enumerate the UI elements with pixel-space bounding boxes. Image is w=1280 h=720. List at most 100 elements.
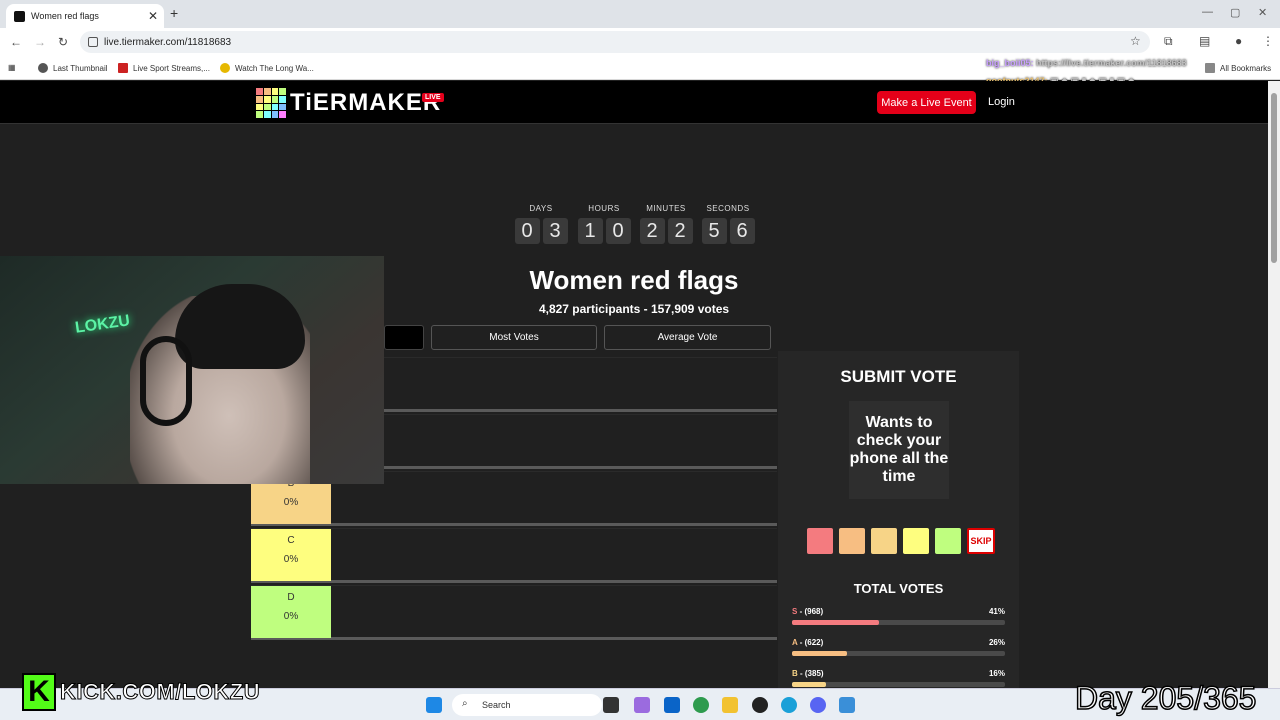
countdown-days: DAYS 0 3 — [513, 204, 569, 244]
url-bar[interactable]: live.tiermaker.com/11818683 — [80, 31, 1150, 53]
vote-c-button[interactable] — [903, 528, 929, 554]
bookmark-watch-long[interactable]: Watch The Long Wa... — [220, 63, 314, 73]
vote-b-button[interactable] — [871, 528, 897, 554]
tab-most-votes[interactable]: Most Votes — [431, 325, 597, 350]
tv-count: - (385) — [797, 669, 824, 678]
site-info-icon[interactable] — [88, 37, 98, 47]
tv-bar-fill — [792, 682, 827, 687]
discord-icon[interactable] — [810, 697, 826, 713]
taskbar-search[interactable]: ⌕ Search — [452, 694, 602, 716]
tier-label-c: C 0% — [251, 529, 331, 581]
page-scrollbar[interactable] — [1268, 81, 1280, 688]
vote-d-button[interactable] — [935, 528, 961, 554]
sport-site-icon — [118, 63, 128, 73]
tv-bar — [792, 682, 1005, 687]
countdown-label: MINUTES — [646, 204, 686, 213]
copilot-icon[interactable] — [634, 697, 650, 713]
total-votes-title: TOTAL VOTES — [853, 581, 944, 596]
tab-active-sort[interactable] — [384, 325, 424, 350]
bookmark-label: Last Thumbnail — [53, 63, 108, 73]
search-placeholder: Search — [482, 700, 511, 710]
tier-label-d: D 0% — [251, 586, 331, 638]
all-bookmarks-folder[interactable]: All Bookmarks — [1205, 63, 1271, 73]
day-counter: Day 205/365 — [1074, 679, 1257, 717]
tv-percent: 16% — [988, 669, 1005, 678]
tier-row-d: D 0% — [251, 585, 777, 640]
countdown-seconds: SECONDS 5 6 — [700, 204, 756, 244]
kick-branding: K KICK.COM/LOKZU — [22, 673, 260, 711]
login-link[interactable]: Login — [988, 96, 1015, 108]
countdown-hours: HOURS 1 0 — [576, 204, 632, 244]
windows-start-icon[interactable] — [426, 697, 442, 713]
vote-a-button[interactable] — [839, 528, 865, 554]
neon-sign: LOKZU — [74, 312, 131, 337]
skip-button[interactable]: SKIP — [967, 528, 995, 554]
apps-grid-icon[interactable]: ▦ — [8, 63, 16, 72]
maximize-icon[interactable]: ▢ — [1230, 6, 1240, 19]
countdown-label: HOURS — [588, 204, 620, 213]
browser-toolbar: ← → ↻ live.tiermaker.com/11818683 ☆ ⧉ ▤ … — [0, 28, 1280, 56]
edge-icon[interactable] — [781, 697, 797, 713]
bookmark-live-sport[interactable]: Live Sport Streams,... — [118, 63, 210, 73]
chrome-icon[interactable] — [693, 697, 709, 713]
extensions-icon[interactable]: ⧉ — [1164, 34, 1173, 49]
tab-average-vote[interactable]: Average Vote — [604, 325, 771, 350]
tiermaker-logo-icon[interactable] — [256, 88, 286, 118]
url-text: live.tiermaker.com/11818683 — [104, 36, 232, 48]
countdown-digit: 2 — [667, 218, 693, 244]
countdown-minutes: MINUTES 2 2 — [638, 204, 694, 244]
tv-bar — [792, 620, 1005, 625]
tier-percent: 0% — [283, 497, 299, 508]
site-header: TiERMAKER LIVE Make a Live Event Login — [0, 81, 1268, 124]
photos-icon[interactable] — [839, 697, 855, 713]
reload-icon[interactable]: ↻ — [58, 35, 68, 49]
chat-text: https://live.tiermaker.com/11818683 — [1036, 58, 1187, 68]
submit-vote-panel: SUBMIT VOTE Wants to check your phone al… — [778, 351, 1019, 688]
countdown-digit: 1 — [577, 218, 603, 244]
tab-title: Women red flags — [31, 11, 99, 21]
minimize-icon[interactable]: — — [1202, 6, 1213, 18]
browser-tab[interactable]: Women red flags ✕ — [6, 4, 164, 28]
tier-name: D — [287, 592, 295, 603]
back-icon[interactable]: ← — [10, 35, 22, 49]
tv-bar-fill — [792, 620, 880, 625]
chat-username: big_boii05: — [986, 58, 1034, 68]
scroll-thumb[interactable] — [1271, 93, 1277, 263]
tv-count: - (968) — [797, 607, 824, 616]
live-badge: LIVE — [422, 93, 444, 102]
logo-text[interactable]: TiERMAKER — [290, 89, 441, 117]
make-live-event-button[interactable]: Make a Live Event — [877, 91, 976, 114]
countdown-label: SECONDS — [706, 204, 750, 213]
countdown-digit: 0 — [605, 218, 631, 244]
obs-icon[interactable] — [752, 697, 768, 713]
sidebar-icon[interactable]: ▤ — [1199, 34, 1210, 48]
tv-bar-fill — [792, 651, 848, 656]
menu-kebab-icon[interactable]: ⋮ — [1262, 34, 1274, 48]
vote-s-button[interactable] — [807, 528, 833, 554]
vote-item-card: Wants to check your phone all the time — [849, 401, 949, 499]
kick-url: KICK.COM/LOKZU — [59, 679, 261, 705]
kick-logo-icon: K — [22, 673, 56, 711]
bookmark-star-icon[interactable]: ☆ — [1130, 34, 1141, 48]
close-tab-icon[interactable]: ✕ — [148, 9, 158, 23]
countdown-digit: 6 — [729, 218, 755, 244]
new-tab-button[interactable]: + — [170, 5, 178, 21]
headphones-icon — [140, 336, 192, 426]
bookmark-last-thumbnail[interactable]: Last Thumbnail — [38, 63, 108, 73]
total-votes-row: B - (385) 16% — [792, 669, 1005, 687]
globe-icon — [38, 63, 48, 73]
file-explorer-icon[interactable] — [722, 697, 738, 713]
store-icon[interactable] — [664, 697, 680, 713]
hd-site-icon — [220, 63, 230, 73]
webcam-overlay: LOKZU — [0, 256, 384, 484]
forward-icon[interactable]: → — [34, 35, 46, 49]
tier-percent: 0% — [283, 611, 299, 622]
bookmark-label: Live Sport Streams,... — [133, 63, 210, 73]
submit-vote-title: SUBMIT VOTE — [840, 367, 957, 386]
task-view-icon[interactable] — [603, 697, 619, 713]
countdown-digit: 2 — [639, 218, 665, 244]
tier-name: C — [287, 535, 295, 546]
bookmark-label: Watch The Long Wa... — [235, 63, 314, 73]
profile-avatar-icon[interactable]: ● — [1235, 34, 1242, 48]
close-window-icon[interactable]: ✕ — [1258, 6, 1267, 19]
